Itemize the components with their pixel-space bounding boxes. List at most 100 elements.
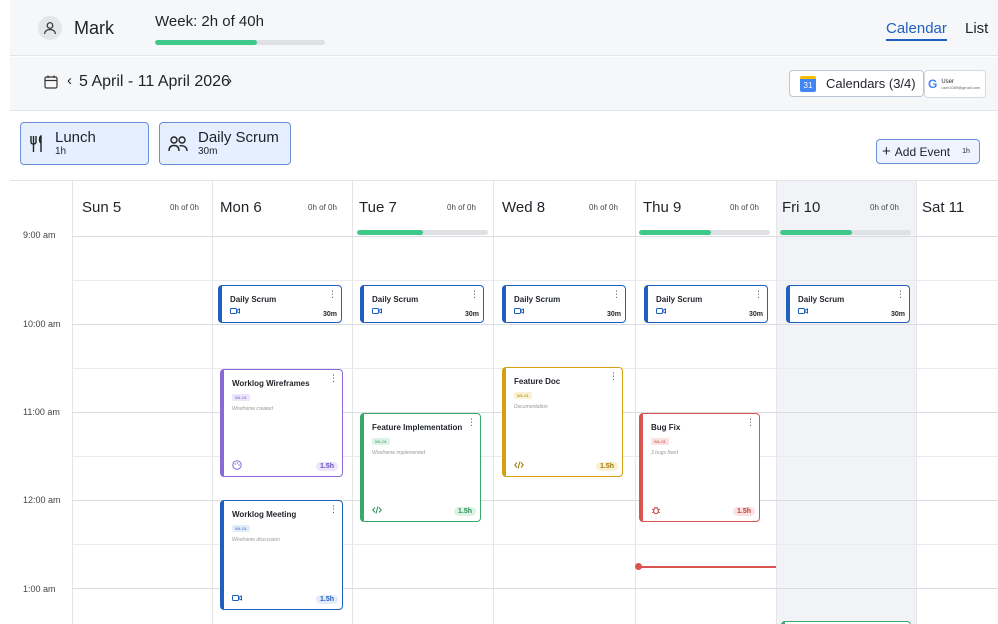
event-daily-scrum-fri[interactable]: Daily Scrum ⋮ 30m [786,285,910,323]
event-tag: WL-01 [232,525,250,532]
event-feature-implementation[interactable]: Feature Implementation ⋮ WL-01 Wireframe… [360,413,481,522]
day-header-mon[interactable]: Mon 6 [220,199,262,216]
video-icon [798,308,808,314]
time-label: 1:00 am [23,584,56,594]
tab-list[interactable]: List [965,20,988,37]
more-options-icon[interactable]: ⋮ [896,290,905,299]
day-hours: 0h of 0h [589,203,618,212]
current-time-dot [635,563,642,570]
more-options-icon[interactable]: ⋮ [470,290,479,299]
event-daily-scrum-wed[interactable]: Daily Scrum ⋮ 30m [502,285,626,323]
time-label: 10:00 am [23,319,61,329]
day-hours: 0h of 0h [308,203,337,212]
template-daily-scrum[interactable]: Daily Scrum 30m [159,122,291,165]
day-header-sat[interactable]: Sat 11 [922,199,964,216]
template-duration: 1h [55,146,67,158]
prev-week-button[interactable]: ‹ [67,72,72,89]
grid-divider [212,181,213,624]
more-options-icon[interactable]: ⋮ [467,418,476,427]
current-time-line [638,566,776,568]
video-icon [656,308,666,314]
event-worklog-meeting[interactable]: Worklog Meeting ⋮ WL-01 Wireframe discus… [220,500,343,610]
day-progress-fill [639,230,712,235]
template-name: Daily Scrum [198,128,279,146]
half-hour-line [72,544,998,545]
event-feature-doc[interactable]: Feature Doc ⋮ WL-01 Documentation 1.5h [502,367,623,477]
event-duration: 1.5h [732,507,755,516]
account-name: User [941,78,955,85]
event-title: Bug Fix [651,423,681,432]
user-name: Mark [74,18,114,38]
day-header-tue[interactable]: Tue 7 [359,199,397,216]
day-header-thu[interactable]: Thu 9 [643,199,681,216]
more-options-icon[interactable]: ⋮ [612,290,621,299]
template-name: Lunch [55,128,96,146]
event-daily-scrum-tue[interactable]: Daily Scrum ⋮ 30m [360,285,484,323]
day-progress-bar-fri [780,230,911,235]
event-description: Documentation [514,404,548,410]
day-header-fri[interactable]: Fri 10 [782,199,820,216]
event-title: Daily Scrum [798,295,845,304]
week-progress-bar [155,40,325,45]
event-title: Worklog Wireframes [232,379,310,388]
event-daily-scrum-thu[interactable]: Daily Scrum ⋮ 30m [644,285,768,323]
event-duration: 30m [890,311,905,318]
event-duration: 30m [606,311,621,318]
people-icon [168,135,188,151]
event-worklog-wireframes[interactable]: Worklog Wireframes ⋮ WL-01 Wireframe cre… [220,369,343,477]
date-range-label: 5 April - 11 April 2026 [79,73,230,90]
more-options-icon[interactable]: ⋮ [746,418,755,427]
next-week-button[interactable]: › [227,72,232,89]
hour-line [72,588,998,589]
user-avatar[interactable] [38,16,62,40]
event-duration: 1.5h [315,595,338,604]
event-title: Worklog Meeting [232,510,297,519]
video-icon [232,595,242,601]
palette-icon [232,460,242,470]
event-duration: 1.5h [315,462,338,471]
user-icon [43,22,57,35]
account-email: user1089@gmail.com [941,84,981,90]
add-event-label: Add Event [894,144,951,159]
video-icon [514,308,524,314]
day-hours: 0h of 0h [170,203,199,212]
day-header-wed[interactable]: Wed 8 [502,199,545,216]
calendars-button[interactable]: 31 Calendars (3/4) [789,70,924,97]
more-options-icon[interactable]: ⋮ [609,372,618,381]
event-title: Daily Scrum [514,295,561,304]
day-header-sun[interactable]: Sun 5 [82,199,121,216]
event-description: Wireframe discussion [232,537,280,543]
tab-calendar[interactable]: Calendar [886,20,947,41]
template-lunch[interactable]: Lunch 1h [20,122,149,165]
event-duration: 1.5h [453,507,476,516]
google-account-chip[interactable]: G User user1089@gmail.com [924,70,986,98]
add-event-button[interactable]: + Add Event 1h [876,139,980,164]
hour-line [72,500,998,501]
time-label: 9:00 am [23,230,56,240]
day-progress-fill [780,230,853,235]
event-daily-scrum-mon[interactable]: Daily Scrum ⋮ 30m [218,285,342,323]
calendar-icon[interactable] [44,75,58,89]
event-duration: 1.5h [595,462,618,471]
video-icon [230,308,240,314]
week-progress-fill [155,40,257,45]
day-progress-bar-thu [639,230,770,235]
google-icon: G [928,77,938,91]
grid-divider [776,181,777,624]
grid-divider [493,181,494,624]
top-bar: Mark Week: 2h of 40h Calendar List [10,0,998,56]
event-bug-fix[interactable]: Bug Fix ⋮ WL-01 3 bugs fixed 1.5h [639,413,760,522]
calendars-label: Calendars (3/4) [826,76,916,91]
today-column-highlight [776,181,917,624]
day-hours: 0h of 0h [447,203,476,212]
more-options-icon[interactable]: ⋮ [754,290,763,299]
add-event-duration: 1h [962,148,970,155]
event-tag: WL-01 [232,394,250,401]
day-hours: 0h of 0h [730,203,759,212]
more-options-icon[interactable]: ⋮ [329,374,338,383]
more-options-icon[interactable]: ⋮ [328,290,337,299]
event-title: Feature Doc [514,377,561,386]
more-options-icon[interactable]: ⋮ [329,505,338,514]
grid-divider [916,181,917,624]
fork-knife-icon [30,134,42,152]
